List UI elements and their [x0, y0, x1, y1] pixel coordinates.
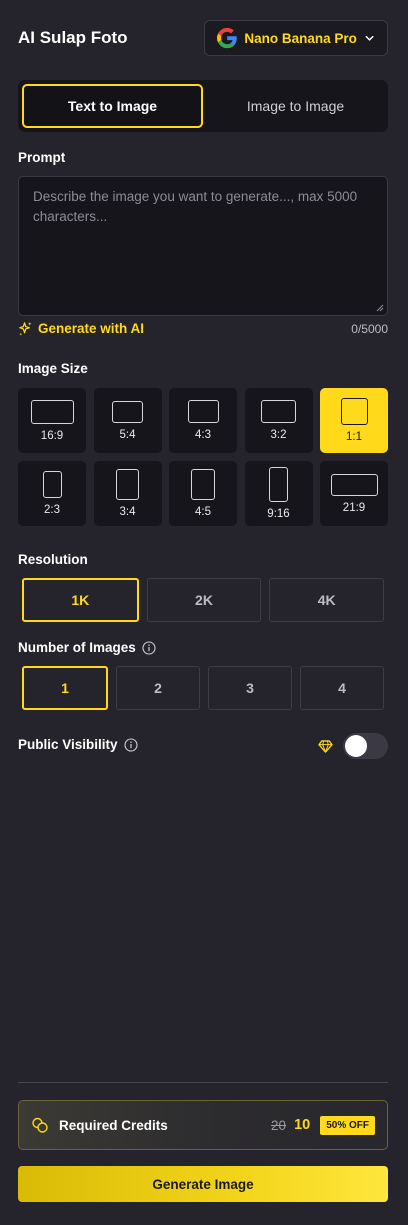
size-label: 1:1	[346, 431, 362, 443]
credits-panel: Required Credits 20 10 50% OFF	[18, 1100, 388, 1150]
model-label: Nano Banana Pro	[244, 30, 357, 46]
prompt-input[interactable]	[33, 187, 373, 305]
size-option-5-4[interactable]: 5:4	[93, 388, 162, 453]
resolution-label: Resolution	[18, 552, 88, 567]
generate-with-ai-label: Generate with AI	[38, 321, 145, 336]
size-option-2-3[interactable]: 2:3	[18, 461, 86, 526]
divider	[18, 1082, 388, 1083]
credits-new-value: 10	[294, 1117, 311, 1133]
visibility-heading: Public Visibility	[18, 737, 138, 752]
size-label: 4:3	[195, 429, 211, 441]
model-select[interactable]: Nano Banana Pro	[204, 20, 388, 56]
info-icon[interactable]	[123, 737, 138, 752]
resolution-options: 1K 2K 4K	[22, 578, 385, 622]
size-label: 9:16	[267, 508, 290, 520]
num-images-3-button[interactable]: 3	[208, 666, 292, 710]
coins-icon	[32, 1117, 48, 1133]
discount-badge: 50% OFF	[320, 1115, 375, 1135]
generate-image-button[interactable]: Generate Image	[18, 1166, 388, 1202]
char-count: 0/5000	[351, 322, 388, 336]
image-size-label: Image Size	[18, 361, 88, 376]
num-images-2-button[interactable]: 2	[116, 666, 200, 710]
size-option-16-9[interactable]: 16:9	[18, 388, 86, 453]
num-images-1-button[interactable]: 1	[22, 666, 108, 710]
diamond-icon	[318, 739, 333, 753]
num-images-4-button[interactable]: 4	[300, 666, 384, 710]
ratio-4-5-icon	[191, 469, 215, 500]
ratio-9-16-icon	[269, 467, 288, 502]
resolution-1k-button[interactable]: 1K	[22, 578, 139, 622]
tab-text-to-image[interactable]: Text to Image	[22, 84, 203, 128]
generate-with-ai-button[interactable]: Generate with AI	[18, 321, 144, 336]
size-label: 5:4	[119, 428, 136, 441]
credits-label: Required Credits	[59, 1117, 168, 1133]
size-label: 3:4	[119, 506, 136, 518]
ratio-16-9-icon	[30, 399, 74, 424]
ratio-1-1-icon	[340, 398, 368, 425]
credits-old-value: 20	[271, 1117, 287, 1133]
size-option-3-4[interactable]: 3:4	[93, 461, 162, 526]
size-label: 21:9	[342, 501, 366, 514]
ratio-3-4-icon	[116, 469, 139, 500]
resolution-2k-button[interactable]: 2K	[146, 578, 262, 622]
ratio-3-2-icon	[261, 400, 296, 423]
ratio-4-3-icon	[187, 400, 219, 423]
size-label: 2:3	[44, 504, 60, 516]
tab-image-to-image[interactable]: Image to Image	[207, 84, 384, 128]
ratio-21-9-icon	[330, 473, 378, 496]
chevron-down-icon	[365, 35, 374, 41]
prompt-box	[18, 176, 388, 316]
resolution-4k-button[interactable]: 4K	[269, 578, 385, 622]
sparkle-icon	[19, 321, 32, 336]
toggle-knob	[345, 735, 367, 757]
google-icon	[217, 27, 237, 49]
size-label: 4:5	[195, 506, 211, 518]
app-title: AI Sulap Foto	[18, 28, 128, 47]
header: AI Sulap Foto Nano Banana Pro	[18, 20, 388, 56]
prompt-label: Prompt	[18, 150, 66, 165]
visibility-toggle[interactable]	[343, 733, 388, 759]
resize-grip-icon[interactable]	[376, 304, 384, 312]
num-images-label: Number of Images	[18, 640, 136, 655]
visibility-controls	[318, 733, 388, 759]
size-label: 3:2	[270, 429, 287, 441]
size-option-21-9[interactable]: 21:9	[320, 461, 388, 526]
size-label: 16:9	[40, 429, 64, 442]
size-option-9-16[interactable]: 9:16	[244, 461, 313, 526]
ratio-2-3-icon	[42, 471, 62, 498]
image-size-grid: 16:9 5:4 4:3 3:2 1:1 2:3 3:4 4:5 9:16 21…	[18, 388, 388, 526]
num-images-heading: Number of Images	[18, 640, 156, 655]
mode-tabs: Text to Image Image to Image	[18, 80, 388, 132]
ratio-5-4-icon	[112, 400, 143, 423]
visibility-label: Public Visibility	[18, 737, 118, 752]
info-icon[interactable]	[142, 640, 156, 655]
size-option-4-5[interactable]: 4:5	[169, 461, 237, 526]
size-option-1-1[interactable]: 1:1	[320, 388, 388, 453]
size-option-4-3[interactable]: 4:3	[169, 388, 237, 453]
num-images-options: 1 2 3 4	[22, 666, 384, 710]
size-option-3-2[interactable]: 3:2	[244, 388, 313, 453]
